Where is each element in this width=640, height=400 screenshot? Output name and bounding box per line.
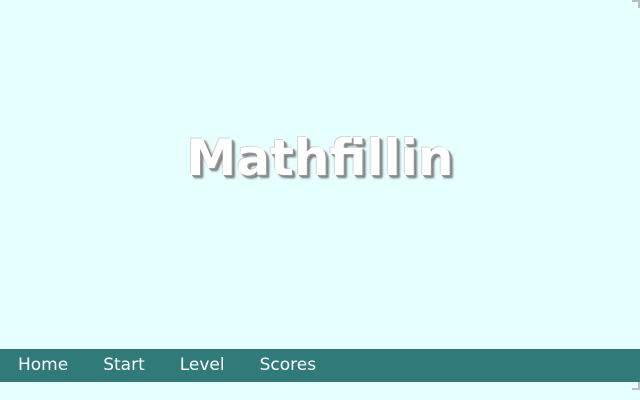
bottom-strip [0, 382, 640, 400]
nav-item-start[interactable]: Start [85, 349, 162, 382]
nav-item-scores[interactable]: Scores [242, 349, 333, 382]
resize-corner-bottom-icon [632, 382, 640, 390]
game-title: Mathfillin [186, 129, 454, 187]
resize-corner-top-icon [632, 0, 640, 8]
bottom-nav-bar: Home Start Level Scores [0, 349, 640, 382]
nav-item-home[interactable]: Home [0, 349, 85, 382]
nav-item-level[interactable]: Level [162, 349, 242, 382]
